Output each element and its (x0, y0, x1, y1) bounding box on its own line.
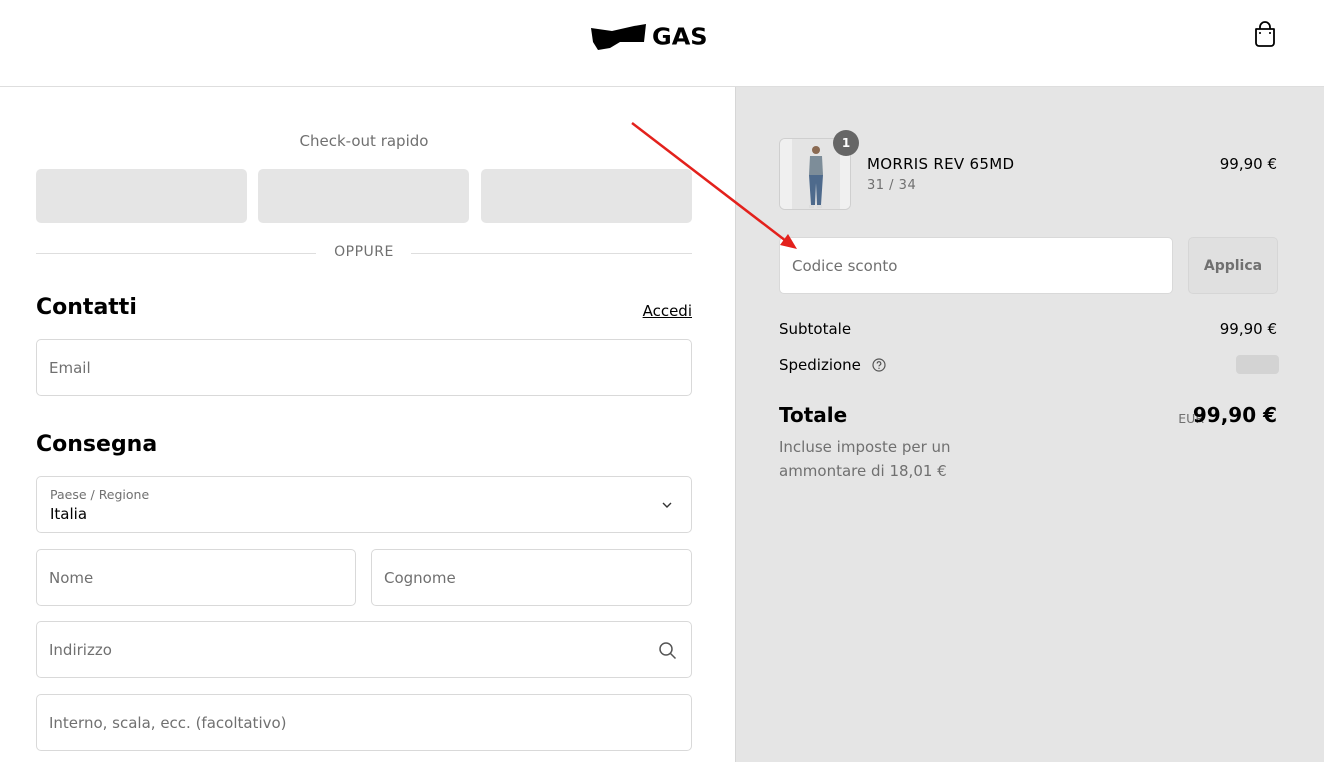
last-name-input[interactable] (384, 550, 679, 605)
shopping-bag-icon (1255, 21, 1275, 47)
last-name-field-box (371, 549, 692, 606)
checkout-form: Check-out rapido OPPURE Contatti Accedi … (0, 87, 735, 762)
discount-code-input[interactable] (792, 238, 1162, 293)
total-value: 99,90 € (1192, 403, 1277, 427)
first-name-field-box (36, 549, 356, 606)
subtotal-label: Subtotale (779, 320, 852, 338)
express-pay-button-3[interactable] (481, 169, 692, 223)
country-select[interactable]: Paese / Regione Italia (36, 476, 692, 533)
address2-field-box (36, 694, 692, 751)
question-circle-icon[interactable] (872, 358, 886, 372)
delivery-title: Consegna (36, 432, 158, 457)
order-summary: 1 MORRIS REV 65MD 31 / 34 99,90 € Applic… (735, 87, 1324, 762)
address2-input[interactable] (49, 695, 679, 750)
product-variant: 31 / 34 (867, 178, 917, 193)
apply-discount-button[interactable]: Applica (1188, 237, 1278, 294)
first-name-input[interactable] (49, 550, 343, 605)
page-header: GAS (0, 0, 1324, 87)
email-field-box (36, 339, 692, 396)
shipping-label: Spedizione (779, 356, 861, 374)
product-name: MORRIS REV 65MD (867, 155, 1015, 173)
chevron-down-icon (662, 502, 672, 508)
product-price: 99,90 € (1219, 155, 1277, 173)
shipping-row: Spedizione (779, 356, 886, 374)
email-input[interactable] (49, 340, 679, 395)
total-label: Totale (779, 403, 848, 427)
wing-logo-icon (591, 24, 646, 50)
divider-line-right (411, 253, 692, 254)
address-field-box (36, 621, 692, 678)
logo-wordmark: GAS (652, 23, 708, 51)
country-select-label: Paese / Regione (50, 487, 150, 502)
search-icon[interactable] (658, 641, 677, 660)
express-checkout-title: Check-out rapido (299, 132, 429, 150)
tax-note: Incluse imposte per un ammontare di 18,0… (779, 438, 951, 480)
subtotal-value: 99,90 € (1219, 320, 1277, 338)
contacts-title: Contatti (36, 295, 137, 320)
country-select-value: Italia (50, 505, 88, 523)
divider-line-left (36, 253, 316, 254)
cart-button[interactable] (1252, 20, 1278, 48)
address-input[interactable] (49, 622, 679, 677)
express-pay-button-1[interactable] (36, 169, 247, 223)
brand-logo[interactable]: GAS (590, 22, 724, 52)
express-pay-button-2[interactable] (258, 169, 469, 223)
shipping-value-placeholder (1236, 355, 1279, 374)
quantity-badge: 1 (833, 130, 859, 156)
discount-field-box (779, 237, 1173, 294)
divider-text: OPPURE (334, 244, 394, 260)
login-link[interactable]: Accedi (643, 302, 692, 320)
